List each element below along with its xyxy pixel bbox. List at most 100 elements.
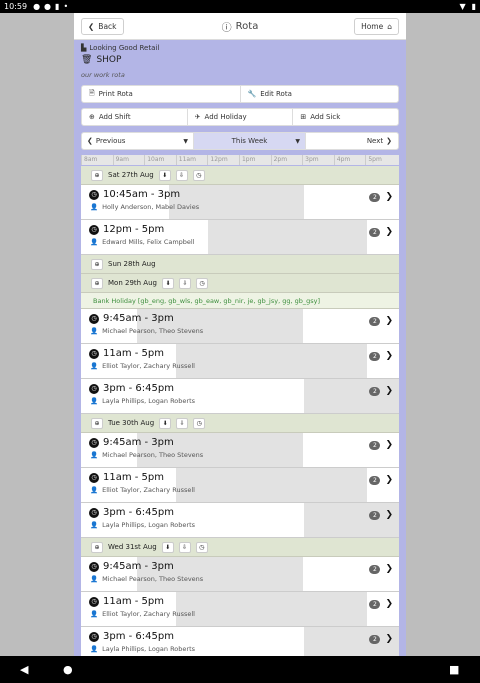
shift-row[interactable]: ◷ 9:45am - 3pm 👤 Michael Pearson, Theo Stev… <box>81 433 399 468</box>
add-shift-button[interactable]: ⊕ Add Shift <box>82 109 188 125</box>
chevron-right-icon[interactable]: ❯ <box>385 634 393 644</box>
back-triangle-icon[interactable]: ◀ <box>20 663 28 676</box>
day-label: Sun 28th Aug <box>108 260 156 268</box>
page-title-text: Rota <box>235 20 259 32</box>
add-circle-icon[interactable]: ⊕ <box>91 277 103 289</box>
shift-time-text: 12pm - 5pm <box>103 224 165 235</box>
shift-row[interactable]: ◷ 11am - 5pm 👤 Elliot Taylor, Zachary Russe… <box>81 592 399 627</box>
clock-icon[interactable]: ◷ <box>195 277 208 289</box>
clock-icon[interactable]: ◷ <box>195 541 208 553</box>
plus-circle-icon: ⊕ <box>89 113 95 121</box>
shift-time-text: 3pm - 6:45pm <box>103 507 174 518</box>
shift-time-bar <box>208 220 368 254</box>
home-button[interactable]: Home ⌂ <box>354 17 399 35</box>
shift-people: 👤 Elliot Taylor, Zachary Russell <box>89 610 195 618</box>
shift-controls: 2 ❯ <box>369 227 393 237</box>
clock-icon: ◷ <box>89 472 99 483</box>
chevron-right-icon[interactable]: ❯ <box>385 440 393 450</box>
clock-icon: ◷ <box>89 313 99 324</box>
shift-time: ◷ 11am - 5pm <box>89 472 195 483</box>
shift-people-text: Edward Mills, Felix Campbell <box>102 238 195 246</box>
clock-icon[interactable]: ◷ <box>192 169 205 181</box>
chevron-right-icon[interactable]: ❯ <box>385 192 393 202</box>
download-icon[interactable]: ⬇ <box>158 169 171 181</box>
shift-time-text: 9:45am - 3pm <box>103 437 174 448</box>
shift-row[interactable]: ◷ 9:45am - 3pm 👤 Michael Pearson, Theo Stev… <box>81 557 399 592</box>
add-circle-icon[interactable]: ⊕ <box>91 541 103 553</box>
staff-count-badge: 2 <box>369 634 381 644</box>
download-outline-icon[interactable]: ⇩ <box>175 169 188 181</box>
shift-time: ◷ 11am - 5pm <box>89 596 195 607</box>
rota-list: ⊕ Sat 27th Aug ⬇ ⇩ ◷ ◷ 10:45am - 3pm 👤 Holly And… <box>81 166 399 656</box>
clock-icon: ◷ <box>89 437 99 448</box>
chevron-right-icon[interactable]: ❯ <box>385 564 393 574</box>
shift-row[interactable]: ◷ 3pm - 6:45pm 👤 Layla Phillips, Logan Robe… <box>81 503 399 538</box>
recents-square-icon[interactable]: ■ <box>449 663 459 676</box>
shift-time: ◷ 10:45am - 3pm <box>89 189 199 200</box>
shift-row[interactable]: ◷ 3pm - 6:45pm 👤 Layla Phillips, Logan Robe… <box>81 379 399 414</box>
shift-controls: 2 ❯ <box>369 316 393 326</box>
shift-row[interactable]: ◷ 9:45am - 3pm 👤 Michael Pearson, Theo Stev… <box>81 309 399 344</box>
shift-content: ◷ 3pm - 6:45pm 👤 Layla Phillips, Logan Robe… <box>89 383 195 405</box>
print-rota-button[interactable]: 🗎 Print Rota <box>82 86 241 102</box>
clock-icon[interactable]: ◷ <box>193 417 206 429</box>
shift-time: ◷ 12pm - 5pm <box>89 224 195 235</box>
download-icon[interactable]: ⬇ <box>159 417 172 429</box>
chevron-right-icon[interactable]: ❯ <box>385 351 393 361</box>
rota-info: ▙ Looking Good Retail 🗑 SHOP our work ro… <box>74 40 406 79</box>
chevron-right-icon[interactable]: ❯ <box>385 227 393 237</box>
shift-people-text: Layla Phillips, Logan Roberts <box>102 521 196 529</box>
trash-icon: 🗑 <box>81 55 93 65</box>
shift-row[interactable]: ◷ 11am - 5pm 👤 Elliot Taylor, Zachary Russe… <box>81 468 399 503</box>
this-week-button[interactable]: This Week ▼ <box>194 133 306 149</box>
day-label: Tue 30th Aug <box>108 419 155 427</box>
clock-icon: ◷ <box>89 507 99 518</box>
shift-row[interactable]: ◷ 10:45am - 3pm 👤 Holly Anderson, Mabel Dav… <box>81 185 399 220</box>
caret-down-icon[interactable]: ▼ <box>183 138 188 145</box>
add-circle-icon[interactable]: ⊕ <box>91 169 103 181</box>
shop-name: 🗑 SHOP <box>81 55 399 65</box>
clock-icon: ◷ <box>89 348 99 359</box>
shift-time: ◷ 3pm - 6:45pm <box>89 507 195 518</box>
chevron-right-icon[interactable]: ❯ <box>385 599 393 609</box>
previous-week-button[interactable]: ❮ Previous ▼ <box>82 133 194 149</box>
add-sick-button[interactable]: ⊞ Add Sick <box>293 109 398 125</box>
back-button[interactable]: ❮ Back <box>81 17 124 35</box>
shift-people-text: Michael Pearson, Theo Stevens <box>102 575 204 583</box>
chevron-right-icon[interactable]: ❯ <box>385 510 393 520</box>
shift-row[interactable]: ◷ 12pm - 5pm 👤 Edward Mills, Felix Campbell… <box>81 220 399 255</box>
shift-people-text: Holly Anderson, Mabel Davies <box>102 203 200 211</box>
add-circle-icon[interactable]: ⊕ <box>91 258 103 270</box>
time-tick: 11am <box>175 155 208 165</box>
staff-count-badge: 2 <box>369 475 381 485</box>
download-outline-icon[interactable]: ⇩ <box>178 277 191 289</box>
shift-time-text: 11am - 5pm <box>103 348 165 359</box>
download-outline-icon[interactable]: ⇩ <box>176 417 189 429</box>
shift-row[interactable]: ◷ 3pm - 6:45pm 👤 Layla Phillips, Logan Robe… <box>81 627 399 656</box>
next-week-button[interactable]: Next ❯ <box>306 133 398 149</box>
add-holiday-button[interactable]: ✈ Add Holiday <box>188 109 294 125</box>
user-icon: 👤 <box>90 327 99 335</box>
edit-rota-button[interactable]: 🔧 Edit Rota <box>241 86 399 102</box>
chevron-right-icon[interactable]: ❯ <box>385 316 393 326</box>
shift-time-text: 3pm - 6:45pm <box>103 383 174 394</box>
download-outline-icon[interactable]: ⇩ <box>178 541 191 553</box>
shift-row[interactable]: ◷ 11am - 5pm 👤 Elliot Taylor, Zachary Russe… <box>81 344 399 379</box>
shift-controls: 2 ❯ <box>369 634 393 644</box>
chevron-right-icon[interactable]: ❯ <box>385 475 393 485</box>
download-icon[interactable]: ⬇ <box>161 277 174 289</box>
shift-controls: 2 ❯ <box>369 599 393 609</box>
shift-time-bar <box>176 344 368 378</box>
home-circle-icon[interactable]: ● <box>63 663 73 676</box>
shift-time-bar <box>176 592 368 626</box>
shift-people-text: Layla Phillips, Logan Roberts <box>102 397 196 405</box>
staff-count-badge: 2 <box>369 564 381 574</box>
caret-down-icon[interactable]: ▼ <box>295 138 300 145</box>
print-rota-label: Print Rota <box>98 90 133 98</box>
time-scale: 8am 9am 10am 11am 12pm 1pm 2pm 3pm 4pm 5pm <box>81 155 399 165</box>
chevron-right-icon[interactable]: ❯ <box>385 386 393 396</box>
download-icon[interactable]: ⬇ <box>161 541 174 553</box>
shift-people: 👤 Holly Anderson, Mabel Davies <box>89 203 199 211</box>
add-circle-icon[interactable]: ⊕ <box>91 417 103 429</box>
shift-people-text: Elliot Taylor, Zachary Russell <box>102 486 195 494</box>
